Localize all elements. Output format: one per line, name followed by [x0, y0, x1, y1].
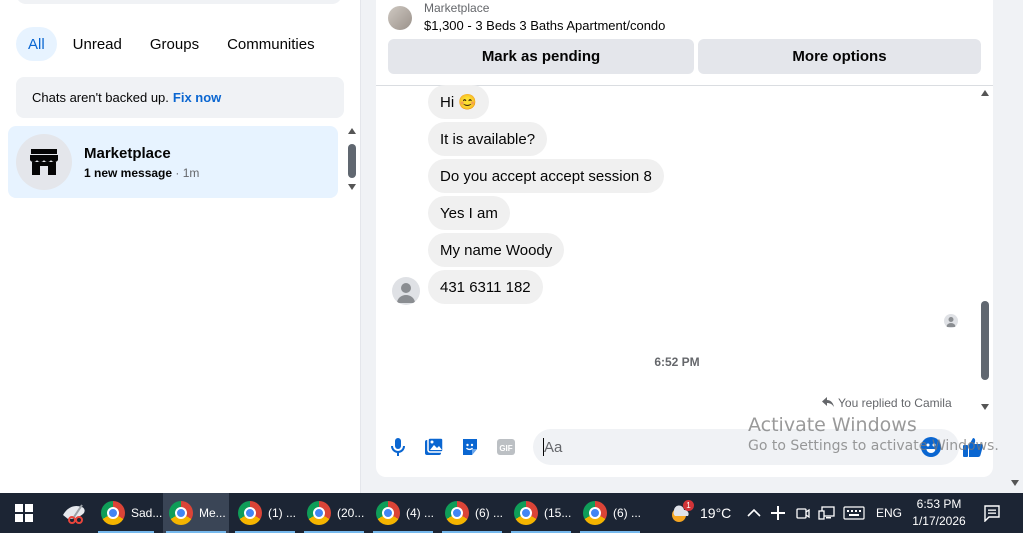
weather-icon: 1 [668, 500, 694, 525]
show-hidden-icons-icon[interactable] [746, 493, 762, 533]
taskbar-app-label: (20... [337, 506, 365, 520]
taskbar-app-label: Me... [199, 506, 226, 520]
conversation-scrollbar[interactable] [978, 88, 992, 414]
taskbar-app-label: (1) ... [268, 506, 297, 520]
microphone-icon[interactable] [387, 436, 409, 458]
listing-actions: Mark as pending More options [388, 39, 981, 74]
scroll-thumb[interactable] [981, 301, 989, 380]
message-bubble[interactable]: 431 6311 182 [428, 270, 543, 304]
weather-widget[interactable]: 1 19°C [668, 493, 731, 533]
message-bubble[interactable]: It is available? [428, 122, 548, 156]
taskbar-app-4[interactable]: (20... [301, 493, 367, 533]
listing-thumbnail [388, 6, 412, 30]
store-icon [16, 134, 72, 190]
keyboard-icon[interactable] [843, 493, 865, 533]
photo-icon[interactable] [423, 436, 445, 458]
scroll-up-arrow-icon[interactable] [348, 128, 356, 134]
temperature: 19°C [700, 505, 732, 521]
message-input[interactable] [544, 438, 904, 456]
taskbar-app-label: (6) ... [475, 506, 504, 520]
emoji-icon[interactable] [921, 437, 941, 457]
notification-center-icon[interactable] [983, 493, 1001, 533]
mark-as-pending-button[interactable]: Mark as pending [388, 39, 694, 74]
gif-icon[interactable]: GIF [495, 436, 517, 458]
scroll-up-arrow-icon[interactable] [981, 90, 989, 96]
taskbar-app-1[interactable]: Sad... [95, 493, 162, 533]
meet-now-icon[interactable] [795, 493, 811, 533]
chat-list-panel: All Unread Groups Communities Chats aren… [0, 0, 361, 493]
taskbar-app-6[interactable]: (6) ... [439, 493, 505, 533]
chrome-icon [376, 501, 400, 525]
chrome-icon [307, 501, 331, 525]
windows-start-icon[interactable] [0, 493, 48, 533]
chat-list-scrollbar[interactable] [345, 128, 359, 194]
chat-list-item-marketplace[interactable]: Marketplace 1 new message · 1m [8, 126, 338, 198]
language-indicator[interactable]: ENG [876, 493, 902, 533]
taskbar: Sad... Me... (1) ... (20... (4) ... (6) … [0, 493, 1023, 533]
window-scroll-down-arrow-icon[interactable] [1011, 480, 1019, 486]
taskbar-app-8[interactable]: (6) ... [577, 493, 643, 533]
listing-title: $1,300 - 3 Beds 3 Baths Apartment/condo [424, 18, 666, 33]
backup-notice: Chats aren't backed up. Fix now [16, 77, 344, 118]
taskbar-app-7[interactable]: (15... [508, 493, 574, 533]
message-bubble[interactable]: My name Woody [428, 233, 565, 267]
sender-avatar[interactable] [392, 277, 420, 305]
taskbar-app-label: (6) ... [613, 506, 642, 520]
chat-title: Marketplace [84, 144, 171, 162]
chat-time: · 1m [175, 165, 200, 180]
message-input-box[interactable] [533, 429, 959, 465]
scroll-down-arrow-icon[interactable] [981, 404, 989, 410]
snipping-tool-icon[interactable] [54, 493, 94, 533]
scroll-thumb[interactable] [348, 144, 356, 178]
chrome-icon [238, 501, 262, 525]
chrome-icon [583, 501, 607, 525]
clock[interactable]: 6:53 PM 1/17/2026 [903, 496, 975, 530]
message-bubble[interactable]: Do you accept accept session 8 [428, 159, 664, 193]
chrome-icon [101, 501, 125, 525]
filter-communities[interactable]: Communities [215, 27, 327, 61]
listing-source: Marketplace [424, 1, 490, 15]
listing-header[interactable]: Marketplace $1,300 - 3 Beds 3 Baths Apar… [388, 0, 665, 34]
filter-unread[interactable]: Unread [61, 27, 134, 61]
network-icon[interactable] [818, 493, 836, 533]
like-icon[interactable] [962, 436, 984, 458]
backup-text: Chats aren't backed up. [32, 90, 169, 105]
search-bar-edge[interactable] [16, 0, 342, 4]
taskbar-app-2[interactable]: Me... [163, 493, 229, 533]
taskbar-app-label: (15... [544, 506, 572, 520]
filter-all[interactable]: All [16, 27, 57, 61]
reply-arrow-icon [822, 396, 834, 410]
svg-text:GIF: GIF [499, 444, 512, 453]
weather-alert-badge: 1 [683, 500, 694, 511]
unread-count: 1 new message [84, 165, 173, 180]
clock-time: 6:53 PM [916, 497, 962, 511]
more-options-button[interactable]: More options [698, 39, 981, 74]
clock-date: 1/17/2026 [912, 514, 966, 528]
reply-text: You replied to Camila [838, 396, 952, 410]
chrome-icon [445, 501, 469, 525]
fix-now-link[interactable]: Fix now [173, 90, 221, 105]
filter-groups[interactable]: Groups [138, 27, 211, 61]
chrome-icon [169, 501, 193, 525]
sticker-icon[interactable] [459, 436, 481, 458]
message-timestamp: 6:52 PM [654, 355, 700, 369]
conversation-panel: Marketplace $1,300 - 3 Beds 3 Baths Apar… [376, 0, 993, 477]
chrome-icon [514, 501, 538, 525]
reply-indicator: You replied to Camila [822, 396, 952, 410]
plus-icon[interactable] [770, 493, 786, 533]
taskbar-app-label: (4) ... [406, 506, 435, 520]
taskbar-app-3[interactable]: (1) ... [232, 493, 298, 533]
chat-preview: 1 new message · 1m [84, 166, 199, 180]
seen-indicator-avatar [944, 314, 958, 328]
taskbar-app-5[interactable]: (4) ... [370, 493, 436, 533]
message-bubble[interactable]: Yes I am [428, 196, 510, 230]
filter-tabs: All Unread Groups Communities [16, 27, 327, 61]
scroll-down-arrow-icon[interactable] [348, 184, 356, 190]
taskbar-app-label: Sad... [131, 506, 163, 520]
message-bubble[interactable]: Hi 😊 [428, 85, 490, 119]
